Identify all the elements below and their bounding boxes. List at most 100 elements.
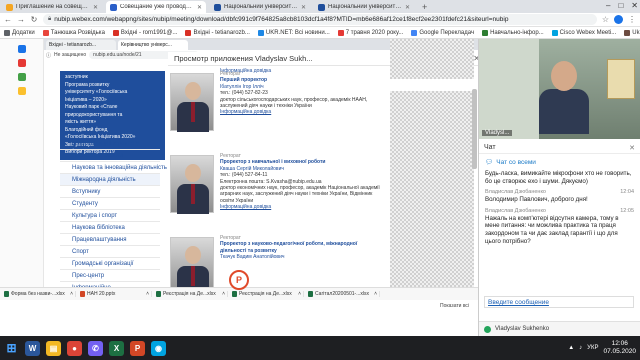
webex-icon[interactable]: ◉: [151, 340, 166, 356]
menu-link[interactable]: природокористування та: [65, 112, 160, 119]
menu-link[interactable]: університету «Голосіївська: [65, 89, 160, 96]
bookmark-item[interactable]: Вхідні - rom1991@...: [112, 29, 177, 36]
clock[interactable]: 12:06 07.05.2020: [603, 340, 636, 356]
webex-status-bar: Vladyslav Sukhenko: [479, 321, 640, 336]
chevron-up-icon[interactable]: ˄: [374, 291, 377, 297]
reload-icon[interactable]: ↻: [30, 15, 38, 24]
menu-item[interactable]: Працевлаштування: [60, 234, 160, 246]
close-icon[interactable]: ✕: [301, 4, 306, 11]
download-item[interactable]: Реєстрація на Де...xlsx ˄: [232, 291, 304, 297]
browser-tab[interactable]: Приглашение на совещание: На✕: [2, 1, 102, 13]
forward-icon[interactable]: →: [17, 15, 25, 24]
close-icon[interactable]: ✕: [629, 144, 635, 152]
menu-item[interactable]: Вступнику: [60, 186, 160, 198]
close-icon[interactable]: ✕: [197, 4, 202, 11]
bookmark-item[interactable]: Ukrainian Scientific...: [624, 29, 640, 36]
show-all-downloads[interactable]: Показати всі: [440, 303, 469, 309]
chevron-up-icon[interactable]: ˄: [70, 291, 73, 297]
browser-tab-active[interactable]: Совещание уже проводится ✕: [106, 1, 206, 13]
start-icon[interactable]: ⊞: [4, 341, 19, 356]
info-link[interactable]: Інформаційна довідка: [220, 204, 380, 210]
staff-photo: [170, 237, 214, 287]
site-menu: Підрозділи університету Навчальна робота Н…: [60, 138, 167, 287]
close-window-icon[interactable]: ✕: [631, 1, 638, 10]
menu-item[interactable]: Прес-центр: [60, 270, 160, 282]
powerpoint-icon[interactable]: P: [130, 340, 145, 356]
menu-link[interactable]: Ініціатива – 2020»: [65, 97, 160, 104]
excel-icon[interactable]: X: [109, 340, 124, 356]
download-item[interactable]: Форма без назви-...xlsx ˄: [4, 291, 76, 297]
profile-avatar[interactable]: [614, 15, 623, 24]
close-icon[interactable]: ✕: [93, 4, 98, 11]
scrollbar[interactable]: [472, 89, 477, 169]
menu-item[interactable]: Підрозділи університету: [60, 138, 160, 150]
menu-link[interactable]: якість життя»: [65, 119, 160, 126]
staff-name[interactable]: Ткачук Вадим Анатолійович: [220, 254, 380, 260]
contacts-icon[interactable]: [18, 73, 26, 81]
menu-link[interactable]: Науковий парк «Стале: [65, 104, 160, 111]
bookmark-item[interactable]: Додатки: [4, 29, 35, 36]
file-icon: [232, 291, 237, 297]
menu-item[interactable]: Міжнародна діяльність: [60, 174, 160, 186]
powerpoint-share-icon[interactable]: P: [229, 270, 249, 290]
viber-icon[interactable]: ✆: [88, 340, 103, 356]
wall-certificate: [607, 59, 635, 99]
menu-item[interactable]: Наукова бібліотека: [60, 222, 160, 234]
menu-item[interactable]: Навчальна робота: [60, 150, 160, 162]
browser-tab[interactable]: Національний університет біо✕: [314, 1, 414, 13]
chat-message: Будь-ласка, вимикайте мікрофони хто не г…: [485, 170, 634, 185]
chevron-up-icon[interactable]: ˄: [298, 291, 301, 297]
menu-item[interactable]: Громадські організації: [60, 258, 160, 270]
back-icon[interactable]: ←: [4, 15, 12, 24]
staff-entry: Ректорат Перший проректор Ібатуллін Ігор І…: [168, 71, 378, 153]
info-link[interactable]: Інформаційна довідка: [220, 109, 380, 115]
bookmark-item[interactable]: 7 травня 2020 року...: [337, 29, 403, 36]
close-icon[interactable]: ✕: [405, 4, 410, 11]
chevron-up-icon[interactable]: ˄: [222, 291, 225, 297]
menu-item[interactable]: Наукова та інноваційна діяльність: [60, 162, 167, 174]
bookmark-item[interactable]: Google Перекладач: [411, 29, 474, 36]
chat-meta: Владислав Дзюбаненко 12:05: [485, 208, 634, 214]
url-input[interactable]: 🔒︎ nubip.webex.com/webappng/sites/nubip/…: [43, 14, 597, 25]
input-language[interactable]: УКР: [587, 345, 598, 351]
menu-item[interactable]: Спорт: [60, 246, 160, 258]
shared-tab-active[interactable]: Керівництво універс...: [118, 40, 188, 50]
menu-item[interactable]: Студенту: [60, 198, 160, 210]
bookmark-item[interactable]: Вхідні - tetianarozb...: [185, 29, 250, 36]
chat-message-input[interactable]: Введите сообщение: [484, 296, 634, 308]
bookmark-star-icon[interactable]: ☆: [602, 15, 609, 24]
download-item[interactable]: Сагітал20200501-...xlsx ˄: [308, 291, 380, 297]
calendar-icon[interactable]: [18, 59, 26, 67]
network-icon[interactable]: ▲: [568, 345, 574, 351]
bookmark-item[interactable]: Cisco Webex Meeti...: [551, 29, 616, 36]
menu-item[interactable]: Культура і спорт: [60, 210, 160, 222]
video-thumbnail[interactable]: Vladysl...: [479, 39, 640, 139]
bookmark-label: Додатки: [12, 29, 35, 36]
bookmark-label: Ukrainian Scientific...: [632, 29, 640, 36]
menu-link[interactable]: Програма розвитку: [65, 82, 160, 89]
browser-tab[interactable]: Національний університет біо✕: [210, 1, 310, 13]
download-item[interactable]: НАН 20.pptx ˄: [80, 291, 152, 297]
word-icon[interactable]: W: [25, 340, 40, 356]
chevron-up-icon[interactable]: ˄: [146, 291, 149, 297]
menu-icon[interactable]: ⋮: [628, 15, 636, 24]
minimize-icon[interactable]: –: [606, 1, 610, 10]
gmail-icon[interactable]: [18, 45, 26, 53]
bookmarks-bar: Додатки Танюшка Розвідька Вхідні - rom1991…: [0, 27, 640, 39]
explorer-icon[interactable]: ▤: [46, 340, 61, 356]
bookmark-item[interactable]: Навчально-інфор...: [482, 29, 544, 36]
keep-icon[interactable]: [18, 87, 26, 95]
chat-meta: Владислав Дзюбаненко 12:04: [485, 189, 634, 195]
bookmark-item[interactable]: UKR.NET: Всі новини...: [257, 29, 330, 36]
menu-link[interactable]: заступник: [65, 74, 160, 81]
staff-role[interactable]: Проректор з науково-педагогічної роботи,…: [220, 241, 380, 254]
volume-icon[interactable]: ♪: [579, 345, 582, 351]
new-tab-button[interactable]: +: [418, 1, 431, 13]
download-item[interactable]: Реєстрація на Де...xlsx ˄: [156, 291, 228, 297]
chrome-icon[interactable]: ●: [67, 340, 82, 356]
maximize-icon[interactable]: □: [618, 1, 623, 10]
shared-tab[interactable]: Вхідні - tetianarozb...: [46, 40, 116, 50]
bookmark-item[interactable]: Танюшка Розвідька: [42, 29, 105, 36]
menu-link[interactable]: Благодійний фонд: [65, 127, 160, 134]
chat-recipient[interactable]: 💬︎ Чат со всеми: [485, 158, 634, 167]
